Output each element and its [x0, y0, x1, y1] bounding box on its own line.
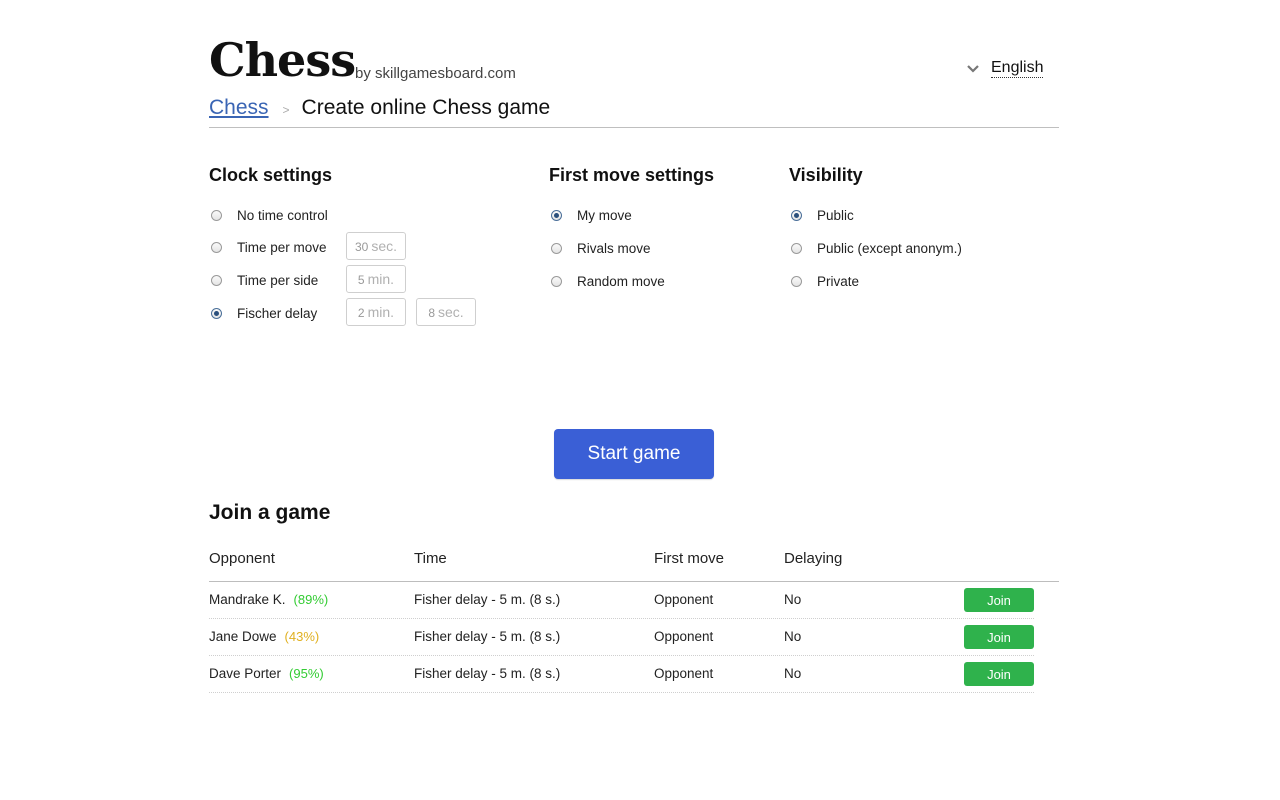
input-value: 30: [354, 240, 369, 254]
header-divider: [209, 127, 1059, 128]
opponent-cell: Dave Porter (95%): [209, 666, 324, 681]
visibility-option-public-except-anonym[interactable]: Public (except anonym.): [791, 238, 962, 258]
radio-time-per-side[interactable]: [211, 274, 222, 286]
first-move-cell: Opponent: [654, 629, 714, 644]
join-button[interactable]: Join: [964, 588, 1034, 612]
opponent-rating: (95%): [289, 666, 324, 681]
visibility-option-public[interactable]: Public: [791, 205, 854, 225]
first-move-settings-title: First move settings: [549, 165, 715, 185]
visibility-option-private[interactable]: Private: [791, 271, 859, 291]
radio-random-move[interactable]: [551, 275, 562, 287]
time-per-side-minutes-input[interactable]: 5 min.: [346, 265, 406, 293]
opponent-cell: Mandrake K. (89%): [209, 592, 328, 607]
opponent-rating: (43%): [284, 629, 320, 644]
opponent-rating: (89%): [293, 592, 329, 607]
first-move-option-label: Random move: [577, 273, 665, 289]
clock-option-time-per-move[interactable]: Time per move: [211, 237, 327, 257]
radio-private[interactable]: [791, 275, 802, 287]
column-header-delaying: Delaying: [784, 550, 843, 567]
clock-option-label: Time per move: [237, 239, 327, 255]
radio-public-except-anonym[interactable]: [791, 242, 802, 254]
first-move-option-label: My move: [577, 207, 632, 223]
input-unit: min.: [367, 271, 395, 287]
column-header-time: Time: [414, 550, 447, 567]
site-byline: by skillgamesboard.com: [355, 65, 516, 82]
first-move-cell: Opponent: [654, 592, 714, 607]
radio-time-per-move[interactable]: [211, 241, 222, 253]
clock-option-label: Fischer delay: [237, 305, 318, 321]
language-label: English: [991, 59, 1044, 78]
input-unit: sec.: [371, 238, 398, 254]
radio-rivals-move[interactable]: [551, 242, 562, 254]
input-value: 2: [357, 306, 365, 320]
first-move-cell: Opponent: [654, 666, 714, 681]
delaying-cell: No: [784, 629, 802, 644]
first-move-option-rivals-move[interactable]: Rivals move: [551, 238, 651, 258]
join-button[interactable]: Join: [964, 625, 1034, 649]
clock-option-no-time-control[interactable]: No time control: [211, 205, 328, 225]
time-cell: Fisher delay - 5 m. (8 s.): [414, 666, 561, 681]
language-selector[interactable]: English: [965, 59, 1044, 78]
radio-no-time-control[interactable]: [211, 209, 222, 221]
breadcrumb-home-link[interactable]: Chess: [209, 96, 269, 120]
input-unit: min.: [367, 304, 395, 320]
first-move-option-my-move[interactable]: My move: [551, 205, 632, 225]
column-header-opponent: Opponent: [209, 550, 275, 567]
site-logo[interactable]: Chess: [209, 34, 356, 86]
delaying-cell: No: [784, 592, 802, 607]
opponent-cell: Jane Dowe (43%): [209, 629, 319, 644]
delaying-cell: No: [784, 666, 802, 681]
time-cell: Fisher delay - 5 m. (8 s.): [414, 629, 561, 644]
chevron-down-icon: [967, 64, 979, 73]
table-row: Jane Dowe (43%) Fisher delay - 5 m. (8 s.…: [209, 619, 1034, 656]
input-unit: sec.: [438, 304, 464, 320]
radio-fischer-delay[interactable]: [211, 307, 222, 319]
clock-settings-title: Clock settings: [209, 165, 333, 185]
clock-option-label: No time control: [237, 207, 328, 223]
opponent-name: Jane Dowe: [209, 629, 277, 644]
breadcrumb-separator: >: [282, 103, 290, 117]
clock-option-label: Time per side: [237, 272, 319, 288]
breadcrumb: Chess > Create online Chess game: [209, 96, 550, 120]
visibility-option-label: Public: [817, 207, 854, 223]
visibility-option-label: Public (except anonym.): [817, 240, 962, 256]
start-game-button[interactable]: Start game: [554, 429, 714, 479]
table-row: Dave Porter (95%) Fisher delay - 5 m. (8 …: [209, 656, 1034, 693]
clock-option-fischer-delay[interactable]: Fischer delay: [211, 303, 317, 323]
visibility-option-label: Private: [817, 273, 860, 289]
radio-public[interactable]: [791, 209, 802, 221]
page-title: Create online Chess game: [301, 96, 551, 119]
column-header-first-move: First move: [654, 550, 725, 567]
opponent-name: Dave Porter: [209, 666, 282, 681]
first-move-option-random-move[interactable]: Random move: [551, 271, 665, 291]
table-row: Mandrake K. (89%) Fisher delay - 5 m. (8 …: [209, 582, 1034, 619]
input-value: 5: [357, 273, 365, 287]
time-per-move-seconds-input[interactable]: 30 sec.: [346, 232, 406, 260]
join-button[interactable]: Join: [964, 662, 1034, 686]
join-game-title: Join a game: [209, 501, 331, 524]
fischer-delay-minutes-input[interactable]: 2 min.: [346, 298, 406, 326]
clock-option-time-per-side[interactable]: Time per side: [211, 270, 318, 290]
opponent-name: Mandrake K.: [209, 592, 286, 607]
input-value: 8: [428, 306, 435, 320]
radio-my-move[interactable]: [551, 209, 562, 221]
time-cell: Fisher delay - 5 m. (8 s.): [414, 592, 561, 607]
first-move-option-label: Rivals move: [577, 240, 651, 256]
fischer-delay-seconds-input[interactable]: 8 sec.: [416, 298, 476, 326]
visibility-title: Visibility: [789, 165, 863, 185]
